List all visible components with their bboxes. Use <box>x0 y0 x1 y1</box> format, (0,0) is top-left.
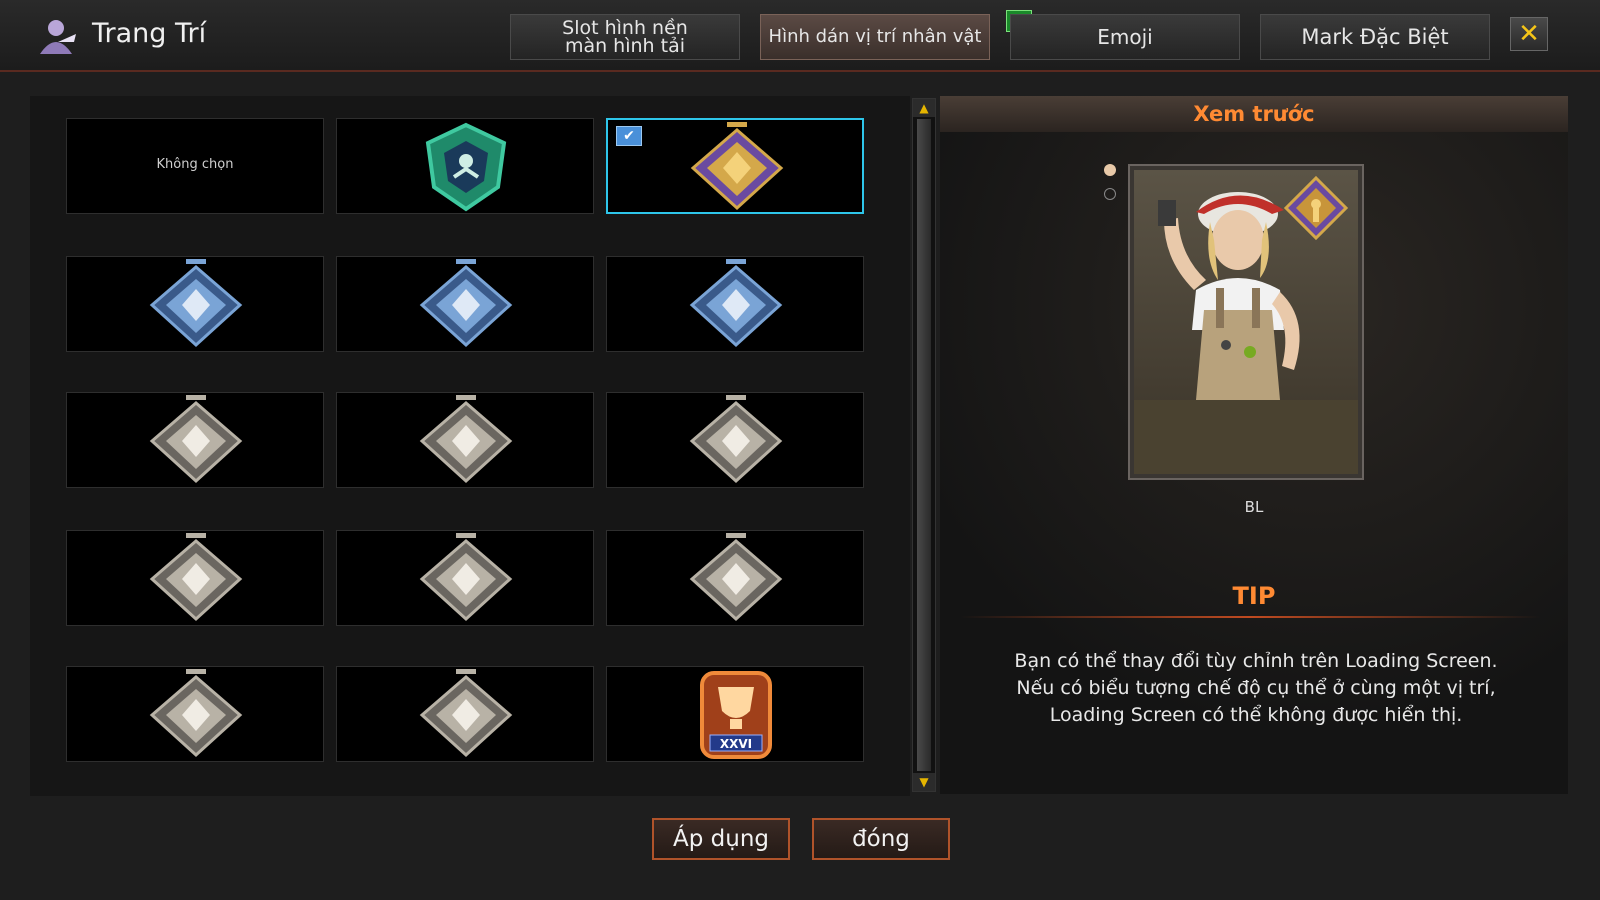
sticker-slot[interactable] <box>66 256 324 352</box>
slot-none-label: Không chọn <box>156 157 234 172</box>
tip-divider <box>960 616 1540 618</box>
sticker-slot[interactable] <box>606 392 864 488</box>
header-bar: Trang Trí Slot hình nền màn hình tải Hìn… <box>0 0 1600 72</box>
preview-title: Xem trước <box>940 96 1568 132</box>
sticker-grid: Không chọn ✔ XXVI <box>30 96 910 796</box>
tab-loading-screen-slot[interactable]: Slot hình nền màn hình tải <box>510 14 740 60</box>
gold-soldier-medal-icon <box>690 122 784 211</box>
page-title: Trang Trí <box>92 18 207 49</box>
sticker-slot[interactable] <box>66 666 324 762</box>
character-name: BL <box>1244 498 1264 516</box>
checkmark-icon: ✔ <box>616 126 642 146</box>
sticker-slot[interactable] <box>336 256 594 352</box>
sticker-slot[interactable] <box>66 392 324 488</box>
apply-button[interactable]: Áp dụng <box>652 818 790 860</box>
close-button[interactable]: đóng <box>812 818 950 860</box>
silver-arrow-medal-icon <box>149 533 243 622</box>
close-icon[interactable]: ✕ <box>1510 17 1548 51</box>
silver-trophy-medal-icon <box>689 395 783 484</box>
scroll-up-icon[interactable]: ▲ <box>913 99 935 117</box>
blue-compass-medal-icon <box>419 259 513 348</box>
sticker-slot[interactable] <box>606 256 864 352</box>
slot-none[interactable]: Không chọn <box>66 118 324 214</box>
scroll-down-icon[interactable]: ▼ <box>913 773 935 791</box>
decoration-person-icon <box>40 20 76 54</box>
scroll-thumb[interactable] <box>917 119 931 771</box>
page-dot-active[interactable] <box>1104 164 1116 176</box>
sticker-slot[interactable] <box>336 392 594 488</box>
silver-crosshair-grenade-medal-icon <box>689 533 783 622</box>
tip-text: Bạn có thể thay đổi tùy chỉnh trên Loadi… <box>1014 650 1498 726</box>
silver-cup-medal-icon <box>419 533 513 622</box>
orange-trophy-xxvi-medal-icon: XXVI <box>700 671 772 759</box>
tab-character-sticker[interactable]: Hình dán vị trí nhân vật <box>760 14 990 60</box>
sticker-slot[interactable] <box>336 666 594 762</box>
tip-title: TIP <box>1232 582 1276 610</box>
sticker-slot[interactable] <box>336 530 594 626</box>
grid-scrollbar[interactable]: ▲ ▼ <box>912 98 936 792</box>
sticker-slot[interactable] <box>606 530 864 626</box>
blue-eagle-medal-icon <box>689 259 783 348</box>
silver-star-plus-medal-icon <box>149 669 243 758</box>
tab-emoji[interactable]: Emoji <box>1010 14 1240 60</box>
svg-text:XXVI: XXVI <box>720 737 752 751</box>
silver-crossed-rifles-medal-icon <box>419 395 513 484</box>
character-portrait <box>1134 170 1358 474</box>
page-dot[interactable] <box>1104 188 1116 200</box>
preview-panel: Xem trước BL TIP Bạn có thể thay đổi tùy… <box>940 96 1568 794</box>
character-card <box>1128 164 1364 480</box>
sticker-slot[interactable]: XXVI <box>606 666 864 762</box>
green-crest-medal-icon <box>425 122 507 212</box>
silver-skull-medal-icon <box>419 669 513 758</box>
tab-special-mark[interactable]: Mark Đặc Biệt <box>1260 14 1490 60</box>
blue-tank-medal-icon <box>149 259 243 348</box>
sticker-slot[interactable] <box>336 118 594 214</box>
sticker-slot[interactable] <box>66 530 324 626</box>
sticker-slot[interactable]: ✔ <box>606 118 864 214</box>
silver-star-medal-icon <box>149 395 243 484</box>
